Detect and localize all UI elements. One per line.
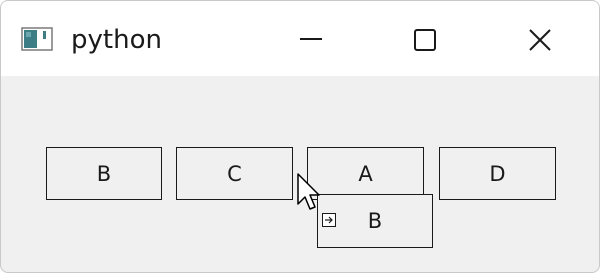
button-b[interactable]: B [46, 147, 162, 200]
maximize-button[interactable] [402, 18, 448, 62]
arrow-cursor-icon [297, 173, 320, 210]
close-button[interactable] [517, 18, 563, 62]
button-c[interactable]: C [176, 147, 293, 200]
title-bar[interactable]: python [1, 1, 599, 76]
button-d[interactable]: D [439, 147, 556, 200]
minimize-button[interactable] [288, 18, 334, 62]
button-a[interactable]: A [307, 147, 424, 200]
app-window: python B C A D B [0, 0, 600, 273]
maximize-icon [414, 29, 436, 51]
window-title: python [71, 25, 162, 55]
minimize-icon [300, 38, 322, 40]
close-icon [529, 29, 551, 51]
dragged-button-label: B [367, 209, 383, 233]
python-app-icon [21, 27, 53, 51]
dragged-button-b[interactable]: B [317, 194, 433, 248]
